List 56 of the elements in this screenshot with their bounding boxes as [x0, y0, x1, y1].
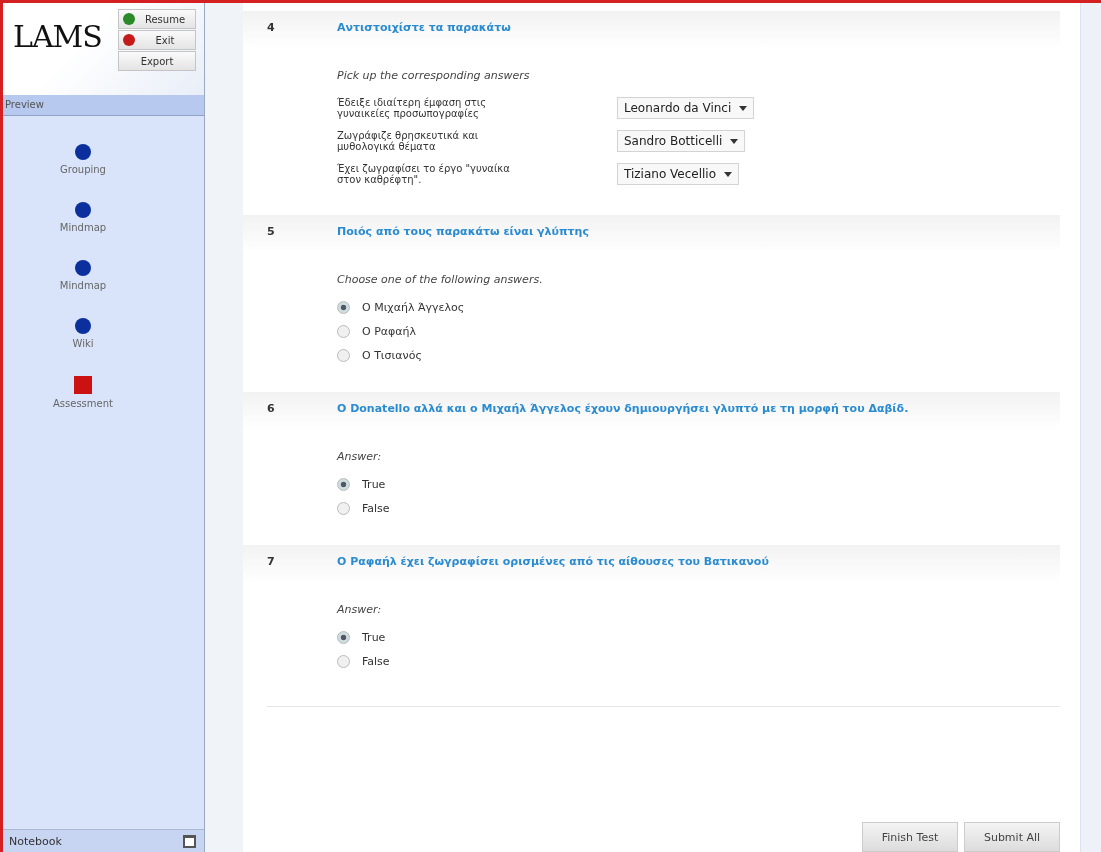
answer-option[interactable]: True	[337, 478, 1060, 491]
status-dot-icon	[123, 34, 135, 46]
sidebar-button[interactable]: Export	[118, 51, 196, 71]
answer-option[interactable]: Ο Τισιανός	[337, 349, 1060, 362]
answer-option[interactable]: False	[337, 502, 1060, 515]
caret-icon	[739, 105, 748, 111]
radio-button[interactable]	[337, 655, 350, 668]
activity-label[interactable]: Mindmap	[59, 280, 107, 291]
question-instruction: Choose one of the following answers.	[337, 273, 544, 286]
caret-icon	[730, 138, 739, 144]
sidebar-button[interactable]: Resume	[118, 9, 196, 29]
action-button[interactable]: Submit All	[964, 822, 1060, 852]
question-title: Ποιός από τους παρακάτω είναι γλύπτης	[337, 225, 589, 238]
answer-dropdown[interactable]: Sandro Botticelli	[617, 130, 746, 152]
action-button[interactable]: Finish Test	[862, 822, 958, 852]
question-instruction: Answer:	[337, 450, 383, 463]
answer-option[interactable]: False	[337, 655, 1060, 668]
question-number: 5	[267, 225, 276, 238]
answer-option[interactable]: True	[337, 631, 1060, 644]
question-title: Αντιστοιχίστε τα παρακάτω	[337, 21, 511, 34]
question-instruction: Answer:	[337, 603, 383, 616]
radio-button[interactable]	[337, 301, 350, 314]
circle-icon[interactable]	[75, 260, 91, 276]
question-title: Ο Donatello αλλά και ο Μιχαήλ Άγγελος έχουν δημιουργήσει γλυπτό με τη μορφή του Δαβίδ.	[337, 402, 909, 415]
panel-title: Preview	[3, 95, 204, 116]
answer-option[interactable]: Ο Μιχαήλ Άγγελος	[337, 301, 1060, 314]
matching-statement: Ζωγράφιζε θρησκευτικά και μυθολογικά θέματα	[337, 130, 480, 152]
sidebar-button[interactable]: Exit	[118, 30, 196, 50]
answer-option[interactable]: Ο Ραφαήλ	[337, 325, 1060, 338]
logo: LAMS	[13, 19, 102, 56]
answer-dropdown[interactable]: Tiziano Vecellio	[617, 163, 740, 185]
notebook-label: Notebook	[9, 834, 62, 848]
matching-statement: Έχει ζωγραφίσει το έργο "γυναίκα στον καθρέφτη".	[337, 163, 511, 185]
question-title: Ο Ραφαήλ έχει ζωγραφίσει ορισμένες από τις αίθουσες του Βατικανού	[337, 555, 769, 568]
radio-button[interactable]	[337, 349, 350, 362]
window-icon[interactable]	[183, 834, 196, 848]
matching-statement: Έδειξε ιδιαίτερη έμφαση στις γυναικείες προσωπογραφίες	[337, 97, 488, 119]
question-number: 6	[267, 402, 276, 415]
circle-icon[interactable]	[75, 144, 91, 160]
circle-icon[interactable]	[75, 202, 91, 218]
question-instruction: Pick up the corresponding answers	[337, 69, 531, 82]
question-number: 7	[267, 555, 276, 568]
caret-icon	[724, 171, 733, 177]
notebook-bar[interactable]: Notebook	[3, 829, 204, 852]
radio-button[interactable]	[337, 502, 350, 515]
status-dot-icon	[123, 13, 135, 25]
radio-button[interactable]	[337, 631, 350, 644]
radio-button[interactable]	[337, 325, 350, 338]
radio-button[interactable]	[337, 478, 350, 491]
activity-label[interactable]: Wiki	[72, 338, 94, 349]
activity-label[interactable]: Grouping	[60, 164, 106, 175]
answer-dropdown[interactable]: Leonardo da Vinci	[617, 97, 755, 119]
question-number: 4	[267, 21, 276, 34]
circle-icon[interactable]	[75, 318, 91, 334]
activity-label[interactable]: Mindmap	[59, 222, 107, 233]
activity-label[interactable]: Assessment	[53, 398, 113, 409]
